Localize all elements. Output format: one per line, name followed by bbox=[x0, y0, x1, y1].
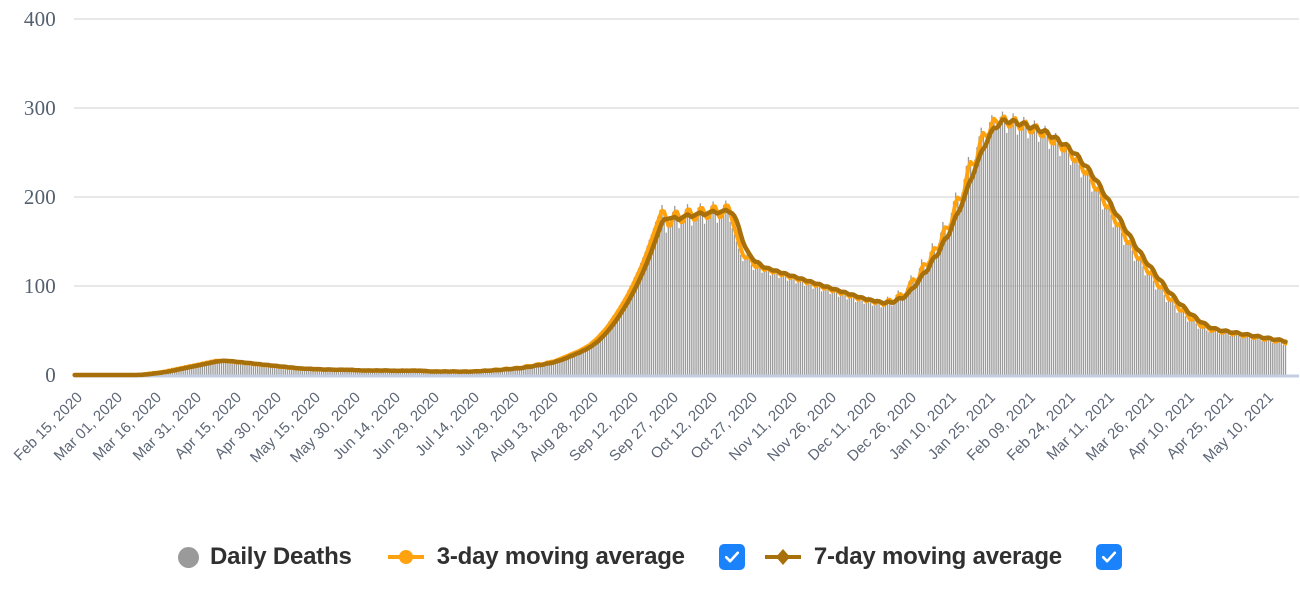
legend-label-daily-deaths: Daily Deaths bbox=[210, 543, 352, 570]
daily-deaths-bars bbox=[137, 111, 1287, 376]
plot-svg bbox=[72, 18, 1299, 378]
legend-item-3day-moving-average[interactable]: 3-day moving average bbox=[386, 543, 685, 571]
covid-daily-deaths-chart: 400 300 200 100 0 Feb 15, 2020 Mar 01, 20… bbox=[0, 0, 1300, 601]
check-icon bbox=[1101, 551, 1117, 563]
legend-item-daily-deaths[interactable]: Daily Deaths bbox=[178, 543, 352, 571]
checkbox-3day-moving-average[interactable] bbox=[718, 544, 745, 570]
y-tick-400: 400 bbox=[23, 7, 56, 31]
y-tick-200: 200 bbox=[23, 185, 56, 209]
plot-area: 400 300 200 100 0 bbox=[0, 0, 1300, 400]
three-day-moving-average-line bbox=[72, 114, 1288, 377]
seven-day-moving-average-line bbox=[72, 117, 1288, 378]
checkbox-7day-moving-average[interactable] bbox=[1095, 544, 1122, 570]
legend-label-3day-moving-average: 3-day moving average bbox=[436, 543, 685, 570]
y-tick-300: 300 bbox=[23, 96, 56, 120]
x-tick-label: Apr 25, 2021 bbox=[1163, 389, 1238, 463]
legend-item-7day-moving-average[interactable]: 7-day moving average bbox=[763, 543, 1062, 571]
brown-line-diamond-icon bbox=[763, 547, 803, 567]
orange-line-dot-icon bbox=[386, 547, 426, 567]
check-icon bbox=[724, 551, 739, 563]
y-tick-100: 100 bbox=[23, 274, 56, 298]
chart-legend: Daily Deaths 3-day moving average 7-day … bbox=[0, 534, 1300, 580]
gray-circle-icon bbox=[178, 546, 200, 568]
x-axis-tick-labels: Feb 15, 2020 Mar 01, 2020 Mar 16, 2020 Mar … bbox=[0, 381, 1300, 521]
legend-label-7day-moving-average: 7-day moving average bbox=[813, 543, 1062, 570]
